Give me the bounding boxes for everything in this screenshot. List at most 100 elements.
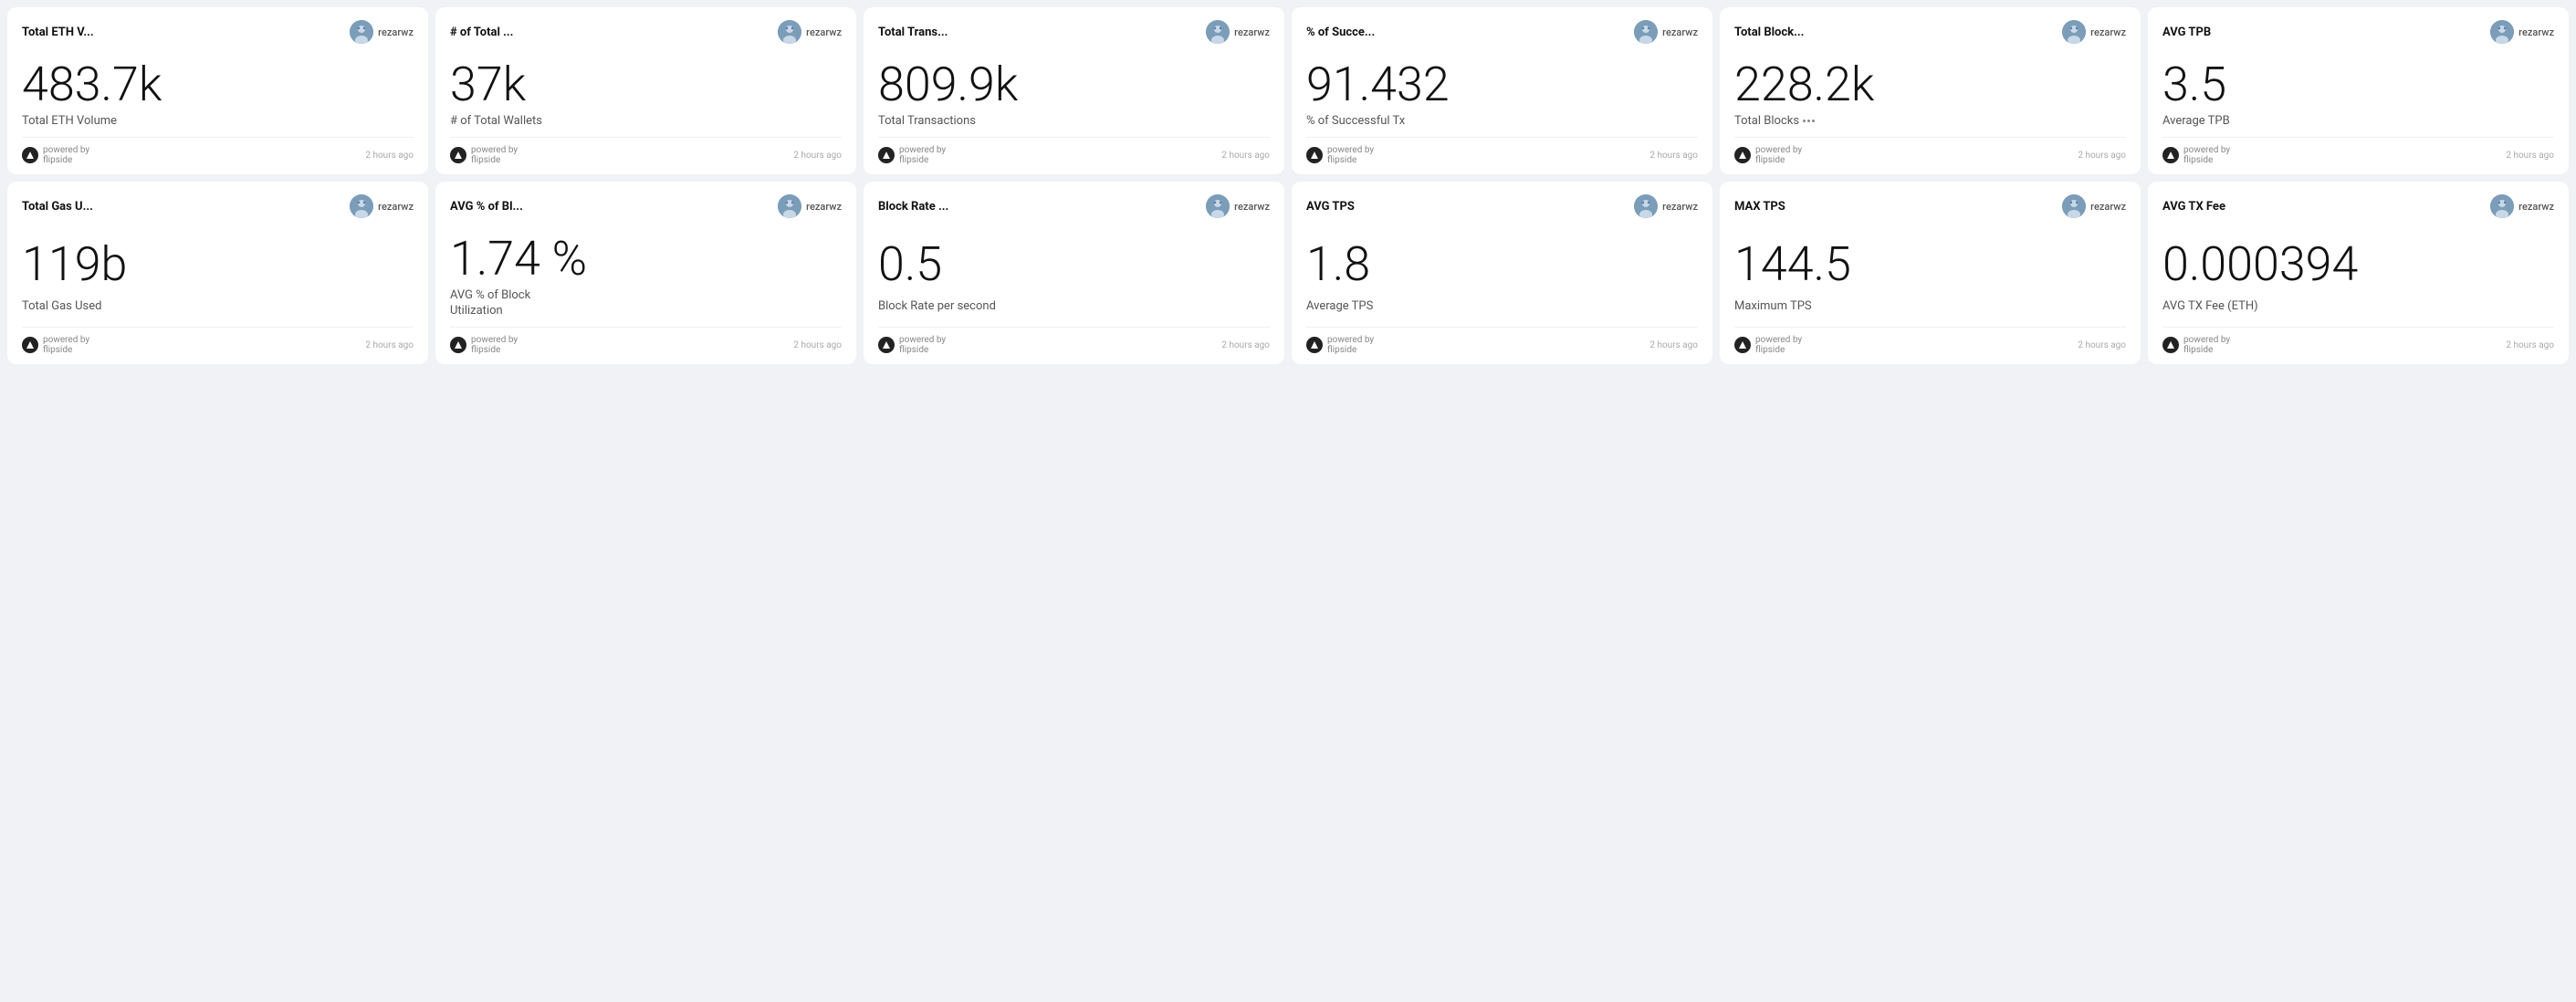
powered-by-text-total-transactions: powered byflipside: [899, 145, 946, 165]
card-header-block-rate: Block Rate ... rezarwz: [878, 194, 1270, 218]
author-name-block-rate: rezarwz: [1234, 201, 1270, 213]
card-header-avg-pct-block-util: AVG % of Bl... rezarwz: [450, 194, 842, 218]
timestamp-total-blocks: 2 hours ago: [2078, 151, 2126, 161]
card-label-total-transactions: Total Transactions: [878, 114, 1270, 130]
card-title-max-tps: MAX TPS: [1734, 200, 1785, 214]
card-title-total-wallets: # of Total ...: [450, 26, 513, 39]
author-name-total-wallets: rezarwz: [806, 26, 842, 38]
card-label-avg-tpb: Average TPB: [2162, 114, 2554, 130]
card-header-total-blocks: Total Block... rezarwz: [1734, 20, 2126, 44]
card-header-total-transactions: Total Trans... rezarwz: [878, 20, 1270, 44]
author-name-avg-tpb: rezarwz: [2518, 26, 2554, 38]
card-label-avg-tps: Average TPS: [1306, 299, 1698, 315]
powered-by-text-pct-successful: powered byflipside: [1327, 145, 1374, 165]
card-author-avg-tx-fee: rezarwz: [2490, 194, 2554, 218]
card-footer-avg-pct-block-util: powered byflipside 2 hours ago: [450, 327, 842, 355]
card-header-avg-tpb: AVG TPB rezarwz: [2162, 20, 2554, 44]
card-value-avg-tx-fee: 0.000394: [2162, 227, 2554, 294]
timestamp-max-tps: 2 hours ago: [2078, 340, 2126, 350]
author-name-max-tps: rezarwz: [2090, 201, 2126, 213]
card-label-avg-tx-fee: AVG TX Fee (ETH): [2162, 299, 2554, 315]
powered-by-text-avg-tps: powered byflipside: [1327, 335, 1374, 355]
powered-by-avg-tx-fee: powered byflipside: [2162, 335, 2230, 355]
card-total-wallets: # of Total ... rezarwz 37k # of Total Wa…: [435, 7, 856, 174]
powered-by-text-block-rate: powered byflipside: [899, 335, 946, 355]
card-value-pct-successful: 91.432: [1306, 47, 1698, 114]
avatar-avg-tx-fee: [2490, 194, 2514, 218]
card-footer-total-eth-volume: powered byflipside 2 hours ago: [22, 137, 414, 165]
timestamp-avg-tps: 2 hours ago: [1649, 340, 1698, 350]
timestamp-avg-tpb: 2 hours ago: [2506, 151, 2554, 161]
card-author-max-tps: rezarwz: [2062, 194, 2126, 218]
card-author-avg-tpb: rezarwz: [2490, 20, 2554, 44]
powered-by-max-tps: powered byflipside: [1734, 335, 1802, 355]
flipside-logo-avg-tps: [1306, 337, 1323, 353]
flipside-logo-total-gas-used: [22, 337, 38, 353]
card-value-avg-tps: 1.8: [1306, 227, 1698, 294]
card-title-total-eth-volume: Total ETH V...: [22, 26, 94, 39]
card-value-total-transactions: 809.9k: [878, 47, 1270, 114]
card-author-avg-tps: rezarwz: [1634, 194, 1698, 218]
card-total-gas-used: Total Gas U... rezarwz 119b Total Gas Us…: [7, 182, 428, 364]
card-title-avg-pct-block-util: AVG % of Bl...: [450, 200, 523, 214]
avatar-avg-tps: [1634, 194, 1658, 218]
author-name-total-blocks: rezarwz: [2090, 26, 2126, 38]
avatar-total-eth-volume: [350, 20, 373, 44]
card-value-avg-pct-block-util: 1.74 %: [450, 222, 842, 288]
avatar-max-tps: [2062, 194, 2086, 218]
card-footer-total-wallets: powered byflipside 2 hours ago: [450, 137, 842, 165]
card-header-total-wallets: # of Total ... rezarwz: [450, 20, 842, 44]
card-label-total-eth-volume: Total ETH Volume: [22, 114, 414, 130]
card-label-max-tps: Maximum TPS: [1734, 299, 2126, 315]
card-title-avg-tx-fee: AVG TX Fee: [2162, 200, 2225, 214]
avatar-block-rate: [1206, 194, 1230, 218]
timestamp-total-eth-volume: 2 hours ago: [365, 151, 414, 161]
timestamp-avg-tx-fee: 2 hours ago: [2506, 340, 2554, 350]
card-pct-successful: % of Succe... rezarwz 91.432 % of Succes…: [1292, 7, 1712, 174]
flipside-logo-avg-pct-block-util: [450, 337, 466, 353]
card-header-pct-successful: % of Succe... rezarwz: [1306, 20, 1698, 44]
powered-by-text-total-wallets: powered byflipside: [471, 145, 518, 165]
card-footer-avg-tpb: powered byflipside 2 hours ago: [2162, 137, 2554, 165]
powered-by-total-wallets: powered byflipside: [450, 145, 518, 165]
powered-by-text-avg-tpb: powered byflipside: [2183, 145, 2230, 165]
card-title-block-rate: Block Rate ...: [878, 200, 948, 214]
dashboard-grid: Total ETH V... rezarwz 483.7k Total ETH …: [7, 7, 2569, 364]
timestamp-pct-successful: 2 hours ago: [1649, 151, 1698, 161]
card-label-block-rate: Block Rate per second: [878, 299, 1270, 315]
card-value-total-wallets: 37k: [450, 47, 842, 114]
filter-icon: [1803, 120, 1815, 122]
author-name-pct-successful: rezarwz: [1662, 26, 1698, 38]
card-header-total-gas-used: Total Gas U... rezarwz: [22, 194, 414, 218]
timestamp-total-gas-used: 2 hours ago: [365, 340, 414, 350]
card-total-blocks: Total Block... rezarwz 228.2k Total Bloc…: [1720, 7, 2141, 174]
card-max-tps: MAX TPS rezarwz 144.5 Maximum TPS powere…: [1720, 182, 2141, 364]
card-header-avg-tx-fee: AVG TX Fee rezarwz: [2162, 194, 2554, 218]
avatar-avg-pct-block-util: [778, 194, 801, 218]
card-total-transactions: Total Trans... rezarwz 809.9k Total Tran…: [864, 7, 1284, 174]
flipside-logo-avg-tpb: [2162, 147, 2179, 163]
card-value-total-gas-used: 119b: [22, 227, 414, 294]
avatar-avg-tpb: [2490, 20, 2514, 44]
author-name-avg-tx-fee: rezarwz: [2518, 201, 2554, 213]
card-author-total-eth-volume: rezarwz: [350, 20, 414, 44]
card-title-pct-successful: % of Succe...: [1306, 26, 1375, 39]
card-footer-block-rate: powered byflipside 2 hours ago: [878, 327, 1270, 355]
card-author-total-transactions: rezarwz: [1206, 20, 1270, 44]
flipside-logo-pct-successful: [1306, 147, 1323, 163]
powered-by-avg-tpb: powered byflipside: [2162, 145, 2230, 165]
card-header-avg-tps: AVG TPS rezarwz: [1306, 194, 1698, 218]
card-footer-pct-successful: powered byflipside 2 hours ago: [1306, 137, 1698, 165]
powered-by-avg-pct-block-util: powered byflipside: [450, 335, 518, 355]
powered-by-text-total-gas-used: powered byflipside: [43, 335, 89, 355]
flipside-logo-total-transactions: [878, 147, 895, 163]
card-title-avg-tpb: AVG TPB: [2162, 26, 2211, 39]
card-author-total-gas-used: rezarwz: [350, 194, 414, 218]
author-name-avg-pct-block-util: rezarwz: [806, 201, 842, 213]
powered-by-text-total-eth-volume: powered byflipside: [43, 145, 89, 165]
flipside-logo-total-eth-volume: [22, 147, 38, 163]
card-footer-total-blocks: powered byflipside 2 hours ago: [1734, 137, 2126, 165]
card-footer-avg-tps: powered byflipside 2 hours ago: [1306, 327, 1698, 355]
powered-by-text-total-blocks: powered byflipside: [1755, 145, 1802, 165]
card-value-total-eth-volume: 483.7k: [22, 47, 414, 114]
